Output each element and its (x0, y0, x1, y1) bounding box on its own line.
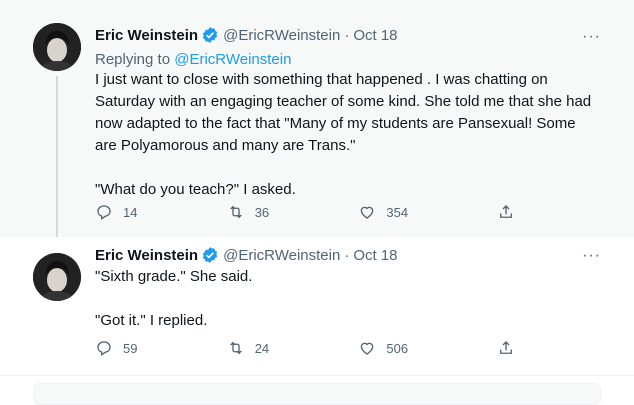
tweet-actions: 59 24 506 (95, 339, 525, 357)
next-item-preview (33, 383, 601, 405)
reply-count: 14 (123, 204, 138, 220)
replying-to: Replying to @EricRWeinstein (95, 51, 291, 68)
replying-handle-link[interactable]: @EricRWeinstein (174, 51, 291, 68)
more-icon[interactable]: ··· (582, 247, 601, 265)
author-handle[interactable]: @EricRWeinstein (223, 247, 340, 264)
retweet-icon (229, 205, 242, 219)
tweet-2[interactable]: Eric Weinstein @EricRWeinstein · Oct 18 … (0, 237, 634, 376)
verified-badge-icon (202, 247, 218, 263)
tweet-date[interactable]: Oct 18 (353, 27, 397, 44)
reply-button[interactable]: 14 (95, 203, 227, 221)
like-count: 354 (386, 204, 409, 220)
reply-icon (97, 341, 111, 357)
share-button[interactable] (497, 203, 525, 221)
like-icon (361, 206, 374, 219)
reply-button[interactable]: 59 (95, 339, 227, 357)
share-button[interactable] (497, 339, 525, 357)
tweet-actions: 14 36 354 (95, 203, 525, 221)
retweet-button[interactable]: 24 (227, 339, 359, 357)
reply-icon (97, 205, 111, 221)
thread-line (56, 76, 58, 237)
replying-prefix: Replying to (95, 51, 175, 68)
avatar[interactable] (33, 253, 81, 301)
retweet-count: 24 (254, 340, 270, 356)
like-button[interactable]: 354 (358, 203, 497, 221)
retweet-icon (229, 341, 242, 355)
verified-badge-icon (202, 27, 218, 43)
tweet-header: Eric Weinstein @EricRWeinstein · Oct 18 (95, 26, 398, 44)
author-name[interactable]: Eric Weinstein (95, 247, 198, 264)
tweet-date[interactable]: Oct 18 (353, 247, 397, 264)
tweet-text: "Sixth grade." She said. "Got it." I rep… (95, 268, 253, 329)
share-icon (500, 341, 512, 354)
avatar-portrait-icon (33, 253, 81, 301)
like-icon (361, 342, 374, 355)
reply-count: 59 (123, 340, 138, 356)
avatar-portrait-icon (33, 23, 81, 71)
like-button[interactable]: 506 (358, 339, 497, 357)
more-icon[interactable]: ··· (582, 28, 601, 46)
retweet-button[interactable]: 36 (227, 203, 359, 221)
author-name[interactable]: Eric Weinstein (95, 27, 198, 44)
separator: · (344, 26, 350, 44)
tweet-1[interactable]: Eric Weinstein @EricRWeinstein · Oct 18 … (0, 0, 634, 237)
avatar[interactable] (33, 23, 81, 71)
author-handle[interactable]: @EricRWeinstein (223, 27, 340, 44)
tweet-header: Eric Weinstein @EricRWeinstein · Oct 18 (95, 246, 398, 264)
tweet-text: I just want to close with something that… (95, 71, 592, 198)
retweet-count: 36 (254, 204, 270, 220)
separator: · (344, 246, 350, 264)
share-icon (500, 205, 512, 218)
like-count: 506 (386, 340, 409, 356)
